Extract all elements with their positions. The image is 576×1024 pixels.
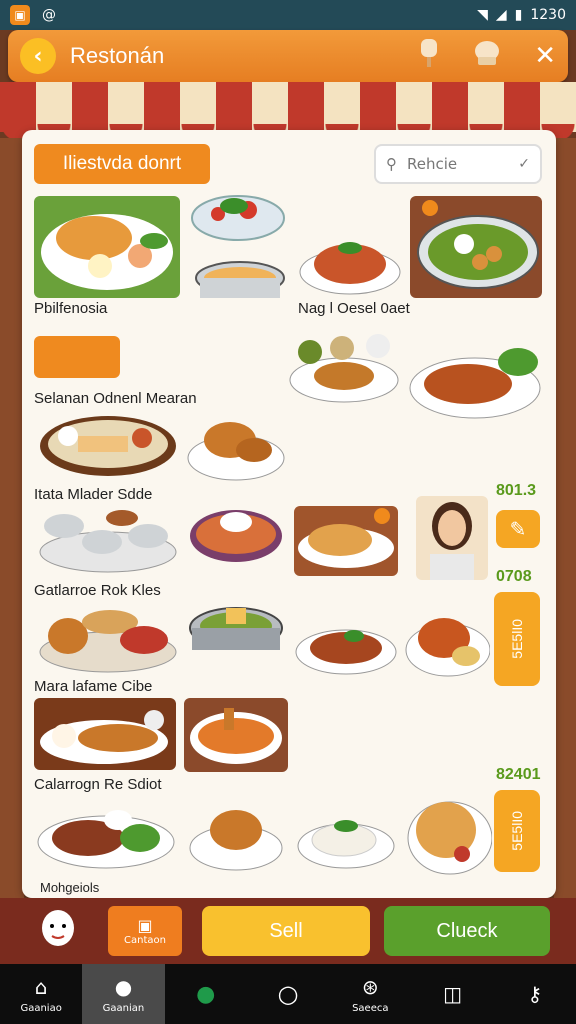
row1-right-label: Nag l Oesel 0aet <box>298 300 410 317</box>
dish-rice-plate[interactable] <box>294 798 396 874</box>
cancel-button[interactable]: ▣ Cantaon <box>108 906 182 956</box>
dish-fried-chicken[interactable] <box>186 400 286 482</box>
settings-icon: ⊛ <box>361 974 379 999</box>
vertical-button-2[interactable]: 5E5lI0 <box>494 790 540 872</box>
row6-label: Calarrogn Re Sdiot <box>34 776 162 793</box>
nav-settings-label: Saeeca <box>352 1002 389 1014</box>
dish-thali-plate[interactable] <box>38 412 178 478</box>
edit-icon: ✎ <box>509 517 527 541</box>
dish-chicken-platter[interactable] <box>38 602 180 674</box>
chevron-down-icon: ✓ <box>518 156 530 172</box>
dish-steak-plate[interactable] <box>36 794 178 872</box>
left-wall-decoration <box>0 138 24 898</box>
vertical-button-1-label: 5E5lI0 <box>509 619 525 659</box>
app-header: ‹ Restonán ✕ <box>8 30 568 82</box>
row4-label: Gatlarroe Rok Kles <box>34 582 161 599</box>
search-icon: ⚲ <box>386 155 397 173</box>
nav-circle[interactable]: ○ <box>247 964 329 1024</box>
popsicle-icon[interactable] <box>418 37 440 75</box>
filter-select[interactable]: ⚲ Rehcie ✓ <box>374 144 542 184</box>
filter-value: Rehcie <box>407 155 458 173</box>
chat-icon: ● <box>114 974 133 999</box>
circle-icon: ○ <box>277 980 299 1008</box>
row5-label: Mara lafame Cibe <box>34 678 153 695</box>
box-icon: ◫ <box>443 982 462 1006</box>
dish-salad-bowl[interactable] <box>188 188 288 250</box>
close-icon[interactable]: ✕ <box>534 41 556 71</box>
section-title-chip[interactable]: Iliestvda donrt <box>34 144 210 184</box>
nav-chat[interactable]: ● Gaanian <box>82 964 165 1024</box>
nav-chat-label: Gaanian <box>102 1002 145 1014</box>
dish-sides-platter[interactable] <box>288 330 400 406</box>
signal-icon: ◢ <box>495 7 507 23</box>
nav-settings[interactable]: ⊛ Saeeca <box>329 964 411 1024</box>
waiter-portrait <box>416 496 488 580</box>
action-icon-button[interactable]: ✎ <box>496 510 540 548</box>
nav-key[interactable]: ⚷ <box>494 964 576 1024</box>
dish-soup-pot[interactable] <box>192 254 288 312</box>
page-title: Restonán <box>70 43 165 68</box>
price-3: 82401 <box>496 766 541 783</box>
sell-button[interactable]: Sell <box>202 906 370 956</box>
user-icon: ● <box>196 981 216 1007</box>
row2-label: Selanan Odnenl Mearan <box>34 390 197 407</box>
app-icon: ▣ <box>10 5 30 25</box>
action-bar: ▣ Cantaon Sell Clueck <box>0 898 576 964</box>
bottom-nav: ⌂ Gaaniao ● Gaanian ● ○ ⊛ Saeeca ◫ ⚷ <box>0 964 576 1024</box>
dish-rice-curry-bowl[interactable] <box>188 506 284 572</box>
dish-stew-pot[interactable] <box>186 598 286 672</box>
dish-noodles[interactable] <box>298 228 402 298</box>
price-1: 801.3 <box>496 482 537 499</box>
home-icon: ⌂ <box>34 974 48 999</box>
battery-icon: ▮ <box>514 7 523 23</box>
price-2: 0708 <box>496 568 532 585</box>
check-button[interactable]: Clueck <box>384 906 550 956</box>
dish-roast-chicken[interactable] <box>404 596 490 680</box>
dish-bowls-set[interactable] <box>38 506 178 574</box>
dish-chicken-legs[interactable] <box>188 790 284 874</box>
clipboard-icon: ▣ <box>137 916 153 935</box>
dish-curry-bowl[interactable] <box>410 196 542 298</box>
dish-soup-bowl[interactable] <box>184 698 288 772</box>
chef-icon[interactable] <box>470 37 504 75</box>
status-time: 1230 <box>530 7 566 23</box>
row3-label: Itata Mlader Sdde <box>34 486 153 503</box>
cancel-button-label: Cantaon <box>124 935 166 946</box>
dish-fried-platter[interactable] <box>34 698 176 770</box>
nav-home-label: Gaaniao <box>20 1002 62 1014</box>
nav-home[interactable]: ⌂ Gaaniao <box>0 964 82 1024</box>
row7-label: Mohgeiols <box>40 880 100 895</box>
dish-grilled-fish[interactable] <box>294 608 398 678</box>
key-icon: ⚷ <box>527 982 543 1006</box>
dish-roast-meat[interactable] <box>408 340 542 422</box>
dish-bread-rolls[interactable] <box>294 506 398 576</box>
row1-left-label: Pbilfenosia <box>34 300 108 317</box>
chevron-left-icon: ‹ <box>33 43 43 69</box>
nav-box[interactable]: ◫ <box>411 964 493 1024</box>
dish-bread-plate[interactable] <box>34 196 180 298</box>
avatar[interactable] <box>40 908 76 954</box>
vertical-button-1[interactable]: 5E5lI0 <box>494 592 540 686</box>
category-chip[interactable] <box>34 336 120 378</box>
back-button[interactable]: ‹ <box>20 38 56 74</box>
dish-bread-salad[interactable] <box>406 784 492 878</box>
status-bar: ▣ @ ◥ ◢ ▮ 1230 <box>0 0 576 30</box>
wifi-icon: ◥ <box>477 7 488 23</box>
at-icon: @ <box>42 7 56 23</box>
nav-user[interactable]: ● <box>165 964 247 1024</box>
menu-card: Iliestvda donrt ⚲ Rehcie ✓ Pbilfenosia N… <box>22 130 556 898</box>
right-wall-decoration <box>554 138 576 898</box>
vertical-button-2-label: 5E5lI0 <box>509 811 525 851</box>
